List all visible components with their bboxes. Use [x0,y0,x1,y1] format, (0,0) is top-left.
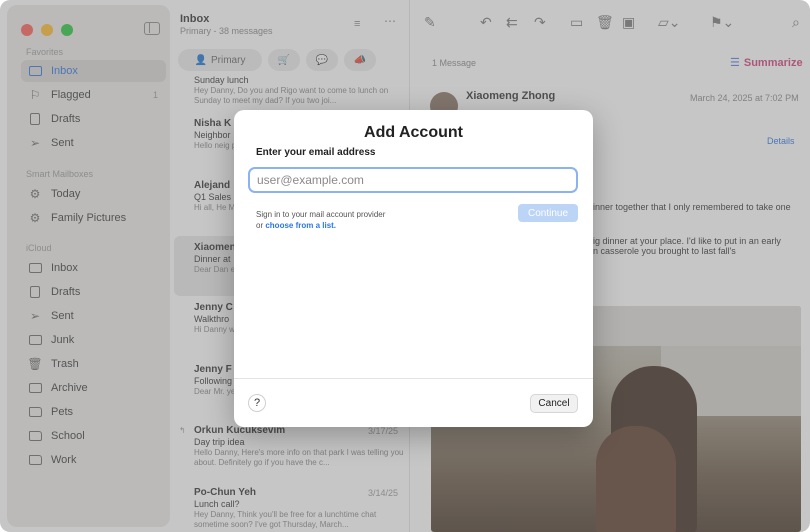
mail-window: Favorites Inbox ⚐ Flagged 1 Drafts ➢ Sen… [0,0,810,532]
add-account-dialog: Add Account Enter your email address Sig… [234,110,593,427]
help-line: Sign in to your mail account provider [256,210,386,219]
email-label: Enter your email address [256,147,376,158]
continue-button[interactable]: Continue [518,204,578,222]
dialog-divider [234,378,593,379]
provider-help-text: Sign in to your mail account provider or… [256,209,385,231]
dialog-title: Add Account [364,124,463,141]
cancel-button[interactable]: Cancel [530,394,578,413]
help-or: or [256,221,266,230]
email-field[interactable] [248,167,578,193]
help-line-2: or choose from a list. [256,220,385,231]
help-button[interactable]: ? [248,394,266,412]
choose-from-list-link[interactable]: choose from a list. [265,221,336,230]
